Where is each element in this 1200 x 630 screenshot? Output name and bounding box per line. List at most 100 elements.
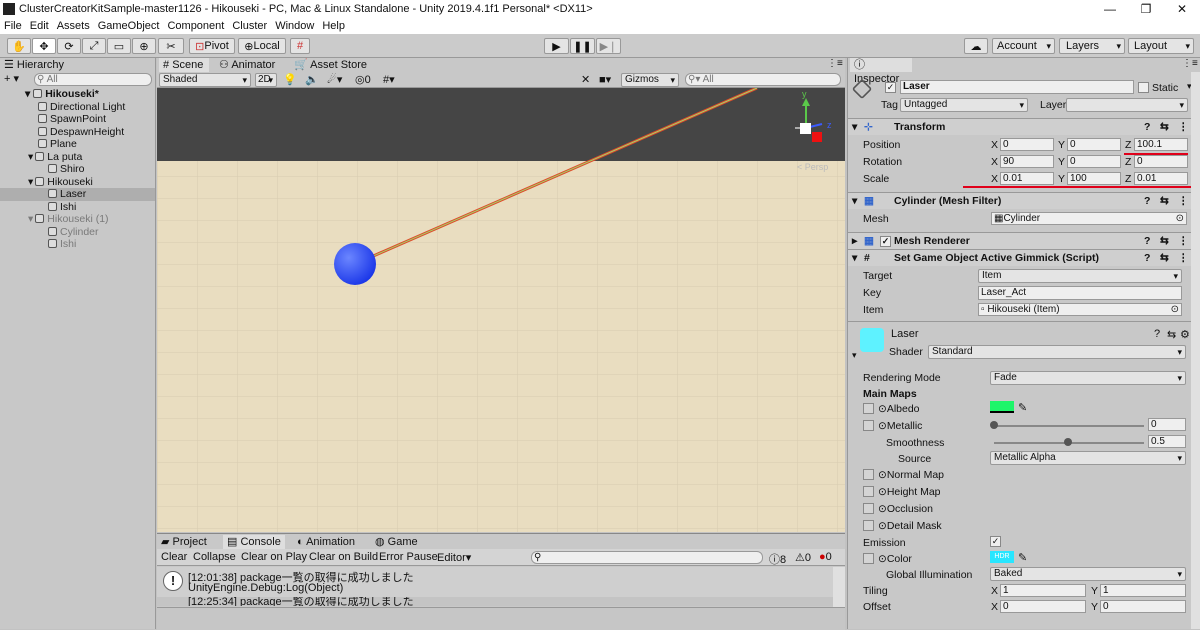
console-log-entry-2[interactable]: [12:25:34] package一覧の取得に成功しました <box>157 597 833 606</box>
rotation-x-field[interactable]: 90 <box>1000 155 1054 168</box>
emission-color-swatch[interactable]: HDR <box>990 551 1014 563</box>
hand-tool-icon[interactable]: ✋ <box>7 38 31 54</box>
scale-z-field[interactable]: 0.01 <box>1134 172 1188 185</box>
pause-button[interactable]: ❚❚ <box>570 38 595 54</box>
rotation-y-field[interactable]: 0 <box>1067 155 1121 168</box>
metallic-slider-track[interactable] <box>994 425 1144 427</box>
scale-x-field[interactable]: 0.01 <box>1000 172 1054 185</box>
move-tool-icon[interactable]: ✥ <box>32 38 56 54</box>
collapse-button[interactable]: Collapse <box>193 551 236 563</box>
hierarchy-item[interactable]: Ishi <box>0 238 155 251</box>
hierarchy-item[interactable]: Laser <box>0 188 155 201</box>
help-icon[interactable]: ? <box>1144 119 1150 136</box>
rotation-z-field[interactable]: 0 <box>1134 155 1188 168</box>
scene-search-input[interactable]: ⚲▾ All <box>685 73 841 86</box>
smoothness-input[interactable]: 0.5 <box>1148 435 1186 448</box>
preset-icon[interactable]: ⇆ <box>1160 193 1169 210</box>
key-input[interactable]: Laser_Act <box>978 286 1182 300</box>
object-picker-icon[interactable]: ⊙ <box>1176 213 1184 224</box>
preset-icon[interactable]: ⇆ <box>1167 328 1176 341</box>
scale-y-field[interactable]: 100 <box>1067 172 1121 185</box>
create-button[interactable]: + ▾ <box>4 72 19 85</box>
scene-root-row[interactable]: ▾ Hikouseki* <box>0 88 155 101</box>
panel-menu-icon[interactable]: ⋮≡ <box>827 58 843 69</box>
pivot-toggle[interactable]: ⊡ Pivot <box>189 38 235 54</box>
eyedropper-icon[interactable]: ✎ <box>1018 551 1027 564</box>
tag-dropdown[interactable]: Untagged <box>900 98 1028 112</box>
transform-header[interactable]: ▾ ⊹ Transform ? ⇆ ⋮ <box>848 118 1200 135</box>
audio-toggle-icon[interactable]: 🔈 <box>305 73 319 86</box>
shading-mode-dropdown[interactable]: Shaded <box>159 73 251 87</box>
account-dropdown[interactable]: Account ▾ <box>992 38 1055 54</box>
close-icon[interactable]: ✕ <box>1164 0 1200 18</box>
hierarchy-item[interactable]: ▾ Hikouseki (1) <box>0 213 155 226</box>
item-field[interactable]: ▫ Hikouseki (Item) ⊙ <box>978 303 1182 316</box>
component-menu-icon[interactable]: ⋮ <box>1178 233 1189 250</box>
inspector-scrollbar[interactable] <box>1191 72 1200 629</box>
albedo-color-swatch[interactable] <box>990 401 1014 413</box>
info-count-toggle[interactable]: ⓘ8 <box>769 551 786 567</box>
expand-arrow-icon[interactable]: ▾ <box>28 176 33 188</box>
layout-dropdown[interactable]: Layout ▾ <box>1128 38 1194 54</box>
toggle-2d-button[interactable]: 2D <box>255 73 277 87</box>
target-dropdown[interactable]: Item <box>978 269 1182 283</box>
hierarchy-item[interactable]: Cylinder <box>0 226 155 239</box>
minimize-icon[interactable]: — <box>1092 0 1128 18</box>
help-icon[interactable]: ? <box>1144 233 1150 250</box>
help-icon[interactable]: ? <box>1144 250 1150 267</box>
grid-snap-icon[interactable]: # <box>290 38 310 54</box>
layer-dropdown[interactable] <box>1066 98 1188 112</box>
scene-viewport[interactable]: y z < Persp <box>157 88 845 532</box>
tab-project[interactable]: ▰ Project <box>161 535 207 549</box>
occlusion-slot[interactable] <box>863 503 874 514</box>
component-menu-icon[interactable]: ⋮ <box>1178 250 1189 267</box>
meshrenderer-header[interactable]: ▸ ▦ ✓ Mesh Renderer ? ⇆ ⋮ <box>848 232 1200 249</box>
cloud-icon[interactable]: ☁ <box>964 38 988 54</box>
metallic-slider-handle[interactable] <box>990 421 998 429</box>
component-menu-icon[interactable]: ⋮ <box>1178 119 1189 136</box>
tab-asset-store[interactable]: 🛒 Asset Store <box>294 58 367 72</box>
help-icon[interactable]: ? <box>1154 328 1160 340</box>
error-count-toggle[interactable]: ●0 <box>819 551 832 563</box>
local-toggle[interactable]: ⊕ Local <box>238 38 286 54</box>
help-icon[interactable]: ? <box>1144 193 1150 210</box>
emission-texture-slot[interactable] <box>863 553 874 564</box>
offset-y-field[interactable]: 0 <box>1100 600 1186 613</box>
emission-checkbox[interactable]: ✓ <box>990 536 1001 547</box>
source-dropdown[interactable]: Metallic Alpha <box>990 451 1186 465</box>
rotate-tool-icon[interactable]: ⟳ <box>57 38 81 54</box>
scale-tool-icon[interactable]: ⤢ <box>82 38 106 54</box>
perspective-label[interactable]: < Persp <box>797 162 828 172</box>
global-illumination-dropdown[interactable]: Baked <box>990 567 1186 581</box>
hierarchy-item[interactable]: ▾ Hikouseki <box>0 176 155 189</box>
height-map-slot[interactable] <box>863 486 874 497</box>
layers-dropdown[interactable]: Layers ▾ <box>1059 38 1125 54</box>
offset-x-field[interactable]: 0 <box>1000 600 1086 613</box>
editor-dropdown[interactable]: Editor▾ <box>437 551 471 564</box>
position-x-field[interactable]: 0 <box>1000 138 1054 151</box>
menu-file[interactable]: File <box>0 20 26 32</box>
mesh-field[interactable]: ▦Cylinder ⊙ <box>991 212 1187 225</box>
hierarchy-item[interactable]: ▾ La puta <box>0 151 155 164</box>
expand-arrow-icon[interactable]: ▾ <box>28 213 33 225</box>
warning-count-toggle[interactable]: ⚠0 <box>795 551 811 564</box>
tab-game[interactable]: ◍ Game <box>375 535 418 549</box>
position-y-field[interactable]: 0 <box>1067 138 1121 151</box>
camera-settings-icon[interactable]: ■▾ <box>599 73 611 86</box>
object-picker-icon[interactable]: ⊙ <box>1171 304 1179 315</box>
grid-toggle-icon[interactable]: #▾ <box>383 73 395 86</box>
preset-icon[interactable]: ⇆ <box>1160 119 1169 136</box>
sphere-object[interactable] <box>334 243 376 285</box>
inspector-menu-icon[interactable]: ⋮≡ <box>1182 58 1198 69</box>
tiling-y-field[interactable]: 1 <box>1100 584 1186 597</box>
menu-component[interactable]: Component <box>163 20 228 32</box>
menu-window[interactable]: Window <box>271 20 318 32</box>
expand-arrow-icon[interactable]: ▾ <box>852 350 857 361</box>
tools-icon[interactable]: ✕ <box>581 73 590 86</box>
maximize-icon[interactable]: ❐ <box>1128 0 1164 18</box>
metallic-input[interactable]: 0 <box>1148 418 1186 431</box>
console-log-entry[interactable]: ! [12:01:38] package一覧の取得に成功しました UnityEn… <box>157 567 833 597</box>
static-checkbox[interactable] <box>1138 82 1149 93</box>
step-button[interactable]: ▶❘ <box>596 38 621 54</box>
hierarchy-item[interactable]: DespawnHeight <box>0 126 155 139</box>
